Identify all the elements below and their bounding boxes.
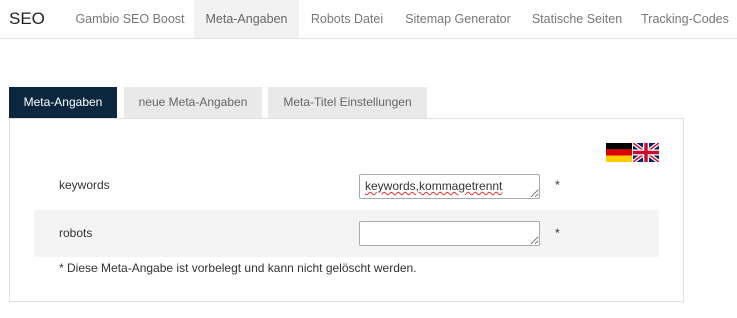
nav-meta-angaben[interactable]: Meta-Angaben bbox=[194, 0, 299, 38]
keywords-required-mark: * bbox=[555, 178, 560, 192]
nav-gambio-seo-boost[interactable]: Gambio SEO Boost bbox=[66, 0, 194, 38]
keywords-label: keywords bbox=[59, 178, 110, 192]
robots-required-mark: * bbox=[555, 226, 560, 240]
tab-neue-meta-angaben[interactable]: neue Meta-Angaben bbox=[124, 87, 262, 118]
de-flag-icon[interactable] bbox=[606, 143, 632, 162]
robots-label: robots bbox=[59, 226, 93, 240]
nav-tracking-codes[interactable]: Tracking-Codes bbox=[633, 0, 737, 38]
nav-robots-datei[interactable]: Robots Datei bbox=[299, 0, 395, 38]
required-note: * Diese Meta-Angabe ist vorbelegt und ka… bbox=[59, 261, 417, 275]
gb-flag-icon[interactable] bbox=[633, 143, 659, 162]
robots-field[interactable] bbox=[359, 221, 540, 246]
page-title: SEO bbox=[9, 9, 45, 28]
nav-statische-seiten[interactable]: Statische Seiten bbox=[521, 0, 633, 38]
keywords-field[interactable]: keywords,kommagetrennt bbox=[359, 174, 540, 199]
top-navigation: SEO Gambio SEO Boost Meta-Angaben Robots… bbox=[0, 0, 737, 39]
nav-sitemap-generator[interactable]: Sitemap Generator bbox=[395, 0, 521, 38]
tab-meta-angaben[interactable]: Meta-Angaben bbox=[9, 87, 117, 118]
robots-row bbox=[34, 210, 659, 257]
tab-meta-titel-einstellungen[interactable]: Meta-Titel Einstellungen bbox=[268, 87, 427, 118]
